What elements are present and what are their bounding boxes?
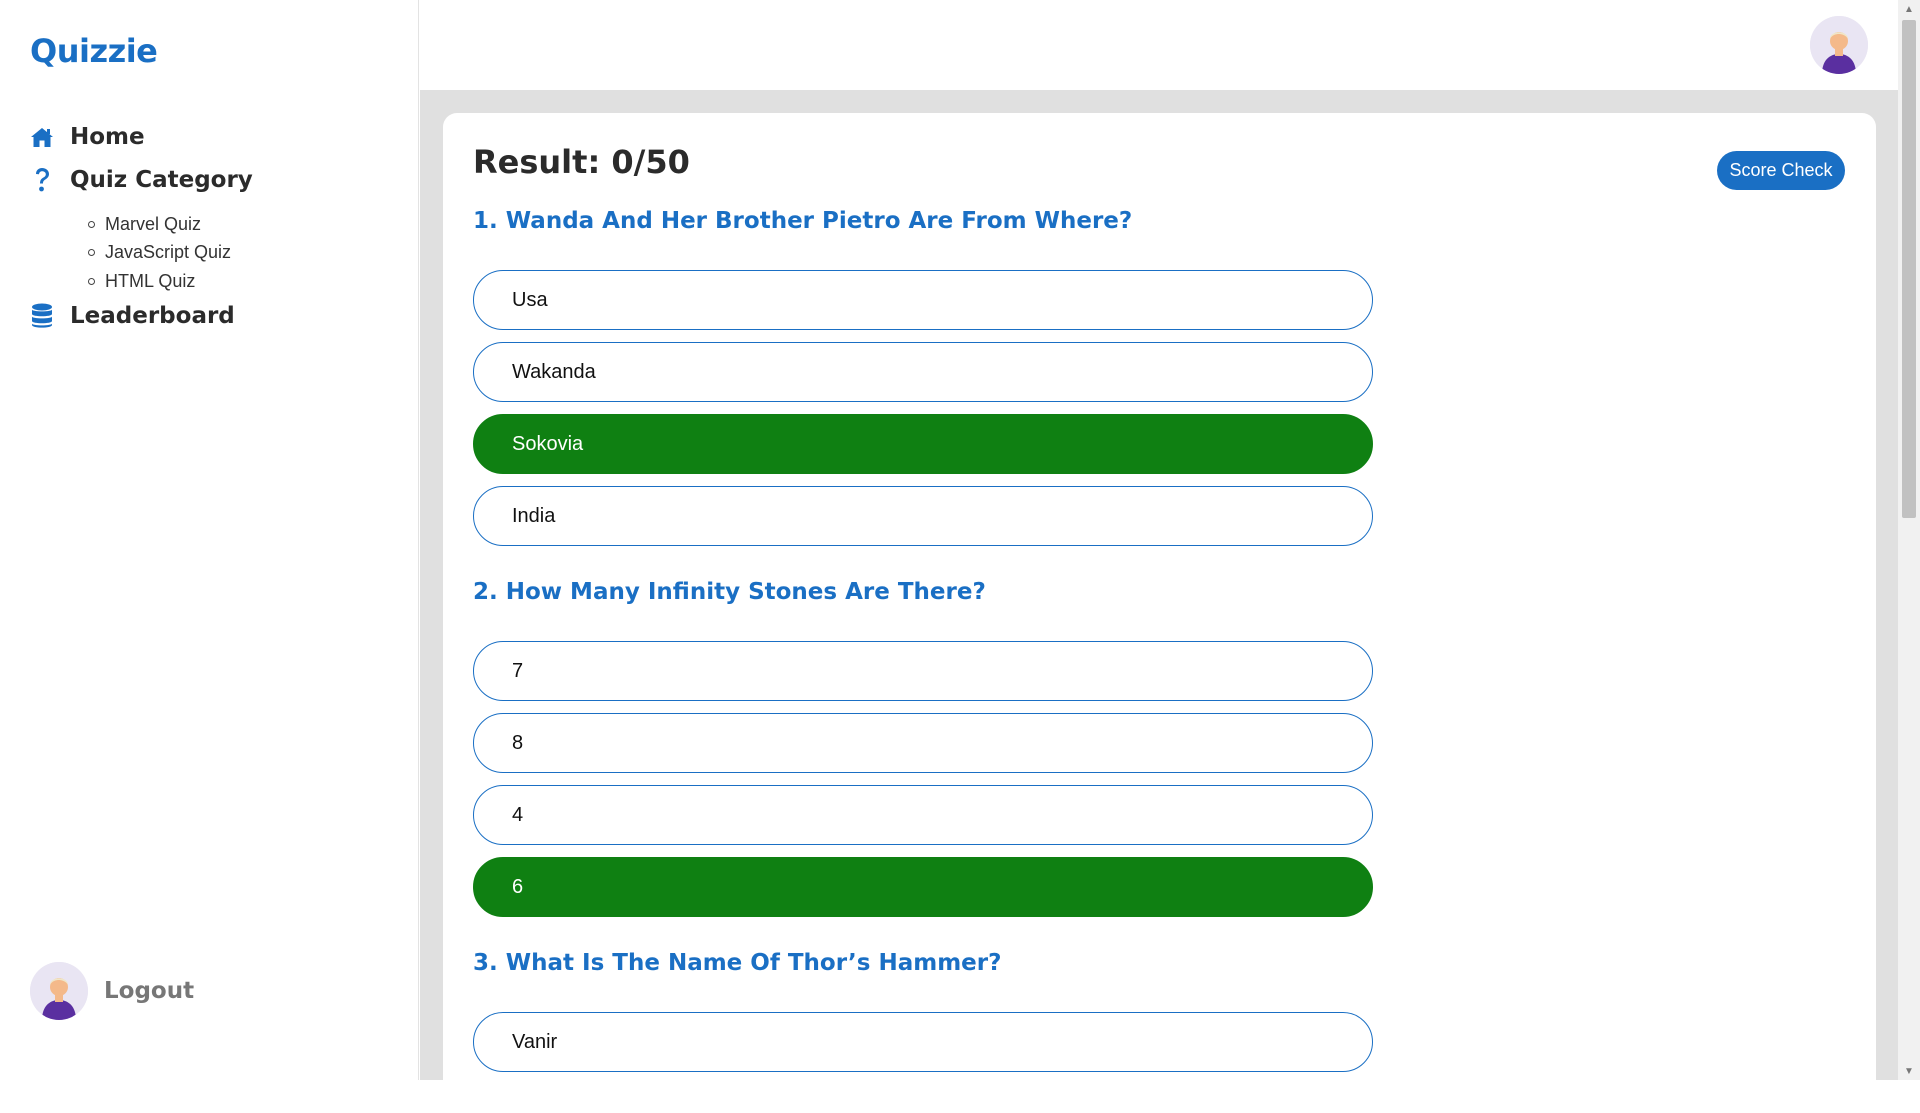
answer-option[interactable]: Usa	[473, 270, 1373, 330]
answer-option-correct[interactable]: Sokovia	[473, 414, 1373, 474]
scroll-down-arrow-icon[interactable]: ▼	[1898, 1062, 1920, 1080]
question-title: 2. How Many Infinity Stones Are There?	[473, 579, 986, 605]
vertical-scrollbar[interactable]: ▲ ▼	[1898, 0, 1920, 1080]
nav-leaderboard-label: Leaderboard	[70, 303, 235, 329]
scroll-thumb[interactable]	[1902, 20, 1916, 518]
question-title: 1. Wanda And Her Brother Pietro Are From…	[473, 208, 1133, 234]
answer-option[interactable]: 4	[473, 785, 1373, 845]
quiz-category-list: Marvel Quiz JavaScript Quiz HTML Quiz	[88, 210, 231, 296]
answer-option[interactable]: Wakanda	[473, 342, 1373, 402]
category-item-marvel[interactable]: Marvel Quiz	[88, 210, 231, 239]
database-icon	[30, 303, 54, 328]
answer-option[interactable]: India	[473, 486, 1373, 546]
bullet-icon	[88, 249, 95, 257]
sidebar: Quizzie Home Quiz Category Marvel Quiz J…	[0, 0, 419, 1080]
nav-home-label: Home	[70, 124, 145, 150]
answer-option[interactable]: 8	[473, 713, 1373, 773]
nav-quiz-category[interactable]: Quiz Category	[30, 167, 253, 193]
top-bar	[420, 0, 1898, 90]
bullet-icon	[88, 220, 95, 228]
category-item-label: JavaScript Quiz	[105, 242, 232, 263]
category-item-html[interactable]: HTML Quiz	[88, 267, 231, 296]
nav-leaderboard[interactable]: Leaderboard	[30, 303, 235, 329]
home-icon	[30, 125, 54, 149]
brand-logo[interactable]: Quizzie	[30, 32, 158, 70]
logout-button[interactable]: Logout	[30, 962, 194, 1020]
answer-option[interactable]: 7	[473, 641, 1373, 701]
category-item-label: Marvel Quiz	[105, 213, 202, 234]
nav-home[interactable]: Home	[30, 124, 145, 150]
answer-option-correct[interactable]: 6	[473, 857, 1373, 917]
question-mark-icon	[30, 168, 54, 192]
category-item-javascript[interactable]: JavaScript Quiz	[88, 239, 231, 268]
result-heading: Result: 0/50	[473, 143, 690, 181]
scroll-up-arrow-icon[interactable]: ▲	[1898, 0, 1920, 18]
user-avatar-icon	[30, 962, 88, 1020]
bullet-icon	[88, 277, 95, 285]
category-item-label: HTML Quiz	[105, 270, 196, 291]
profile-avatar-icon[interactable]	[1810, 16, 1868, 74]
question-title: 3. What Is The Name Of Thor’s Hammer?	[473, 950, 1002, 976]
answer-option[interactable]: Vanir	[473, 1012, 1373, 1072]
score-check-button[interactable]: Score Check	[1717, 151, 1845, 190]
nav-quiz-category-label: Quiz Category	[70, 167, 253, 193]
logout-label: Logout	[104, 978, 195, 1004]
